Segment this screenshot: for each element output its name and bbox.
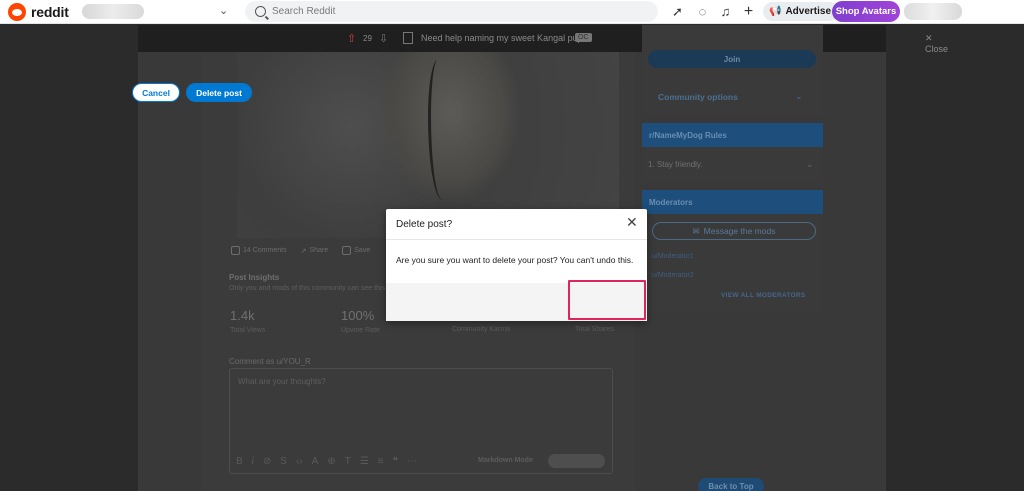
comment-placeholder: What are your thoughts? <box>238 377 326 386</box>
stat-total-shares: Total Shares <box>575 322 614 333</box>
back-to-top-button[interactable]: Back to Top <box>698 478 764 491</box>
share-action[interactable]: ↗ Share <box>301 246 329 255</box>
moderator-link[interactable]: u/Moderator1 <box>652 253 694 260</box>
italic-icon[interactable]: i <box>252 456 254 467</box>
post-insights-subtitle: Only you and mods of this community can … <box>229 285 386 292</box>
dialog-divider <box>386 239 647 240</box>
markdown-mode-toggle[interactable]: Markdown Mode <box>478 457 533 464</box>
save-label: Save <box>354 247 371 254</box>
stat-label: Total Views <box>230 327 266 334</box>
vote-count: 29 <box>363 34 372 43</box>
mail-icon: ✉ <box>692 225 700 236</box>
comment-submit-button[interactable] <box>548 454 605 468</box>
reddit-logo[interactable]: reddit <box>8 3 69 21</box>
message-mods-label: Message the mods <box>703 226 776 236</box>
save-action[interactable]: Save <box>342 246 370 255</box>
numbered-list-icon[interactable]: ≡ <box>378 456 384 467</box>
close-icon[interactable]: ✕ <box>626 215 638 229</box>
community-options-toggle[interactable]: Community options <box>658 92 738 102</box>
upvote-icon[interactable]: ⇧ <box>347 32 357 45</box>
share-icon: ↗ <box>300 247 307 255</box>
stat-value: 100% <box>341 308 375 323</box>
advertise-button[interactable]: 📢 Advertise <box>763 2 840 21</box>
moderators-header: Moderators <box>642 190 823 214</box>
stat-total-views: 1.4k Total Views <box>230 308 265 334</box>
post-insights-title: Post Insights <box>229 273 280 282</box>
search-icon <box>255 6 266 17</box>
comment-icon <box>231 246 240 255</box>
stat-community-karma: Community Karma <box>452 322 510 333</box>
dialog-message: Are you sure you want to delete your pos… <box>396 255 634 265</box>
shop-avatars-button[interactable]: Shop Avatars <box>832 1 900 22</box>
share-label: Share <box>309 247 329 254</box>
stat-value: 1.4k <box>230 308 255 323</box>
dialog-title: Delete post? <box>396 219 453 230</box>
moderator-link[interactable]: u/Moderator2 <box>652 272 694 279</box>
cancel-button[interactable]: Cancel <box>132 83 180 102</box>
dialog-footer <box>386 283 647 321</box>
post-type-icon <box>403 32 413 44</box>
heading-icon[interactable]: T <box>345 456 351 467</box>
strikethrough-icon[interactable]: S <box>280 456 287 467</box>
stat-label: Upvote Rate <box>341 327 380 334</box>
chevron-down-icon[interactable]: ⌄ <box>219 4 228 17</box>
close-post-button[interactable]: ✕ Close <box>925 33 948 54</box>
search-bar[interactable]: Search Reddit <box>245 1 658 22</box>
close-label: Close <box>925 44 949 54</box>
message-mods-button[interactable]: ✉ Message the mods <box>652 222 816 240</box>
bold-icon[interactable]: B <box>236 456 243 467</box>
comment-as-label: Comment as u/YOU_R <box>229 357 311 366</box>
downvote-icon[interactable]: ⇩ <box>379 32 388 45</box>
chat-icon[interactable]: ◌ <box>695 4 710 19</box>
stat-label: Total Shares <box>575 326 614 333</box>
link-icon[interactable]: ⊘ <box>263 456 271 467</box>
chevron-down-icon[interactable]: ⌄ <box>806 159 814 170</box>
code-icon[interactable]: ‹› <box>296 456 303 467</box>
delete-post-dialog: Delete post? ✕ Are you sure you want to … <box>386 209 647 321</box>
quote-icon[interactable]: ❝ <box>393 456 398 467</box>
comments-action[interactable]: 14 Comments <box>231 246 287 255</box>
create-post-plus-icon[interactable]: + <box>741 3 756 20</box>
reddit-alien-icon <box>8 3 26 21</box>
rule-item[interactable]: 1. Stay friendly. <box>648 160 703 169</box>
logo-text: reddit <box>31 4 69 20</box>
notification-bell-icon[interactable]: ♫ <box>718 4 733 19</box>
superscript-icon[interactable]: A <box>312 456 319 467</box>
post-actions: 14 Comments ↗ Share Save <box>231 246 370 255</box>
post-title: Need help naming my sweet Kangal pup! <box>421 33 586 43</box>
advertise-label: Advertise <box>785 6 832 17</box>
user-menu[interactable] <box>904 3 962 20</box>
megaphone-icon: 📢 <box>769 6 782 17</box>
save-icon <box>342 246 352 255</box>
top-header: reddit ⌄ Search Reddit ➚ ◌ ♫ + 📢 Adverti… <box>0 0 1024 24</box>
more-icon[interactable]: ⋯ <box>407 456 417 467</box>
bullet-list-icon[interactable]: ☰ <box>360 456 369 467</box>
stat-label: Community Karma <box>452 326 510 333</box>
join-button[interactable]: Join <box>648 50 816 68</box>
view-all-moderators-link[interactable]: VIEW ALL MODERATORS <box>721 292 806 299</box>
post-flair: OC <box>575 33 592 42</box>
popular-icon[interactable]: ➚ <box>670 4 685 19</box>
comments-label: 14 Comments <box>243 247 287 254</box>
search-input[interactable]: Search Reddit <box>272 6 335 17</box>
delete-post-button[interactable]: Delete post <box>186 83 252 102</box>
chevron-down-icon[interactable]: ⌄ <box>795 91 803 102</box>
stat-upvote-rate: 100% Upvote Rate <box>341 308 380 334</box>
home-feed-selector[interactable] <box>82 4 144 19</box>
spoiler-icon[interactable]: ⊕ <box>327 456 335 467</box>
rules-header: r/NameMyDog Rules <box>642 123 823 147</box>
